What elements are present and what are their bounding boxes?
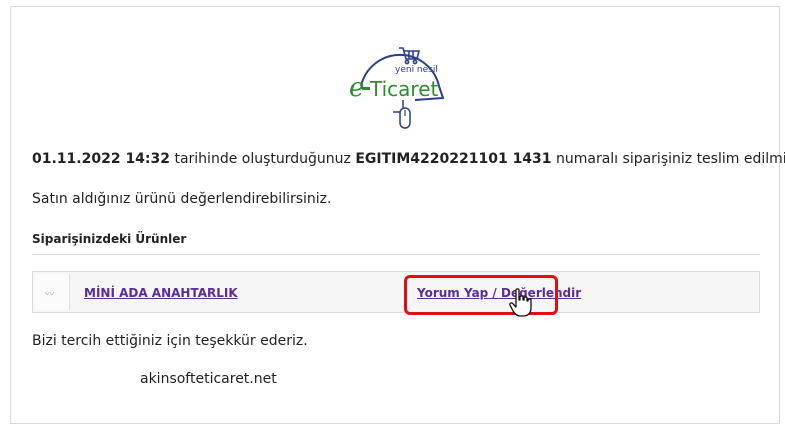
logo-top-text: yeni nesil: [395, 65, 438, 75]
mouse-icon: [399, 107, 411, 129]
logo-main-text: Ticaret: [369, 77, 438, 101]
thanks-message: Bizi tercih ettiğiniz için teşekkür eder…: [32, 333, 308, 349]
section-divider: [32, 254, 760, 255]
products-section-title: Siparişinizdeki Ürünler: [32, 232, 187, 246]
product-name-link[interactable]: MİNİ ADA ANAHTARLIK: [84, 286, 238, 300]
site-name: akinsofteticaret.net: [140, 371, 277, 387]
product-thumbnail[interactable]: 〰: [35, 274, 70, 310]
product-row: 〰 MİNİ ADA ANAHTARLIK Yorum Yap / Değerl…: [32, 271, 760, 313]
product-image-icon: 〰: [45, 290, 55, 300]
hand-cursor-icon: [509, 288, 532, 317]
delivery-message: 01.11.2022 14:32 tarihinde oluşturduğunu…: [32, 151, 785, 167]
eticaret-logo: yeni nesil e Ticaret: [349, 47, 445, 129]
logo-dash: [362, 87, 370, 90]
rate-prompt: Satın aldığınız ürünü değerlendirebilirs…: [32, 191, 332, 207]
message-text-a: tarihinde oluşturduğunuz: [170, 151, 356, 167]
order-date: 01.11.2022 14:32: [32, 151, 171, 167]
message-text-b: numaralı siparişiniz teslim edilmiştir.: [555, 151, 785, 167]
order-number: EGITIM4220221101 1431: [355, 151, 552, 167]
